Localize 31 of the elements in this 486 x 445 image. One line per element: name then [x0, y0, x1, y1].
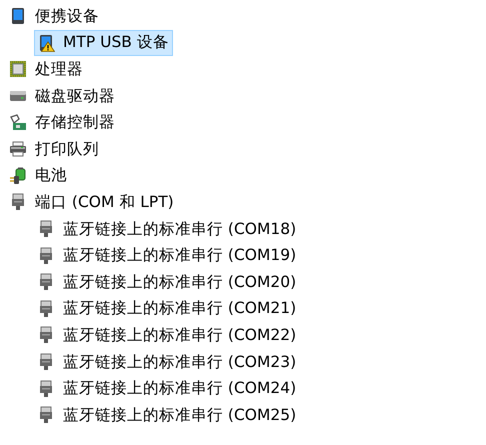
phone-warning-icon: [37, 34, 55, 52]
tree-item[interactable]: 打印队列: [6, 136, 103, 162]
serial-connector-icon: [37, 246, 55, 265]
tree-item[interactable]: 处理器: [6, 56, 87, 82]
tree-item[interactable]: 蓝牙链接上的标准串行 (COM18): [34, 216, 300, 242]
serial-connector-icon: [37, 353, 55, 372]
serial-connector-icon: [37, 406, 55, 424]
battery-plug-icon: [9, 166, 27, 185]
tree-item[interactable]: 电池: [6, 162, 71, 189]
serial-connector-icon: [37, 220, 55, 238]
printer-icon: [9, 140, 27, 158]
serial-connector-icon: [37, 380, 55, 398]
serial-connector-icon: [37, 273, 55, 292]
serial-connector-icon: [37, 300, 55, 318]
tree-item[interactable]: 蓝牙链接上的标准串行 (COM25): [34, 402, 300, 428]
tree-item[interactable]: 蓝牙链接上的标准串行 (COM24): [34, 376, 300, 402]
tree-item[interactable]: 蓝牙链接上的标准串行 (COM23): [34, 349, 300, 376]
serial-connector-icon: [37, 326, 55, 344]
tree-item[interactable]: 便携设备: [6, 3, 103, 30]
tree-item[interactable]: 蓝牙链接上的标准串行 (COM20): [34, 269, 300, 296]
phone-icon: [9, 7, 27, 26]
tree-item[interactable]: 蓝牙链接上的标准串行 (COM21): [34, 296, 300, 322]
controller-icon: [9, 114, 27, 132]
tree-item[interactable]: 蓝牙链接上的标准串行 (COM19): [34, 242, 300, 269]
tree-item[interactable]: MTP USB 设备: [34, 30, 173, 56]
serial-connector-icon: [9, 193, 27, 212]
tree-item[interactable]: 端口 (COM 和 LPT): [6, 189, 178, 216]
tree-item[interactable]: 蓝牙链接上的标准串行 (COM22): [34, 322, 300, 348]
tree-item[interactable]: 磁盘驱动器: [6, 83, 119, 110]
chip-icon: [9, 60, 27, 78]
tree-item[interactable]: 存储控制器: [6, 110, 119, 136]
